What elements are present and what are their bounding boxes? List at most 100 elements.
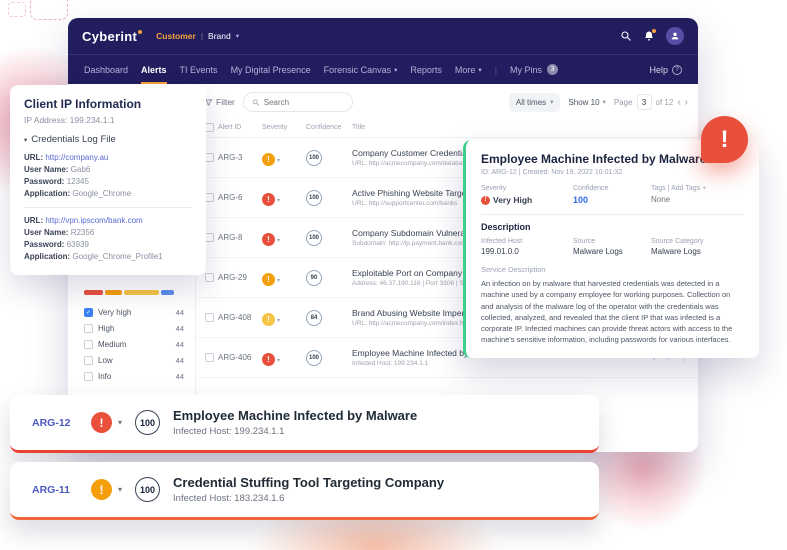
search-input[interactable]: [264, 98, 344, 107]
prev-page-icon[interactable]: ‹: [677, 97, 680, 108]
chevron-down-icon: ▾: [277, 358, 280, 364]
confidence-badge: 84: [306, 310, 322, 326]
show-select[interactable]: Show 10▾: [568, 98, 605, 107]
alert-subtitle: Infected Host: 183.234.1.6: [173, 493, 444, 504]
severity-icon[interactable]: !: [262, 233, 275, 246]
select-all-checkbox[interactable]: [205, 123, 214, 132]
decor-dashed-box: [8, 2, 26, 17]
chevron-down-icon[interactable]: ▾: [118, 485, 122, 494]
nav-item-ti-events[interactable]: TI Events: [180, 55, 218, 85]
search-icon: [252, 98, 260, 107]
field-value: Google_Chrome: [72, 189, 131, 198]
page-number[interactable]: 3: [637, 94, 652, 110]
field-value: Gab6: [71, 165, 91, 174]
checkbox[interactable]: [84, 372, 93, 381]
field-label: Infected Host: [481, 238, 573, 245]
severity-icon[interactable]: !: [91, 412, 112, 433]
checkbox[interactable]: [84, 340, 93, 349]
filter-count: 44: [176, 324, 184, 333]
next-page-icon[interactable]: ›: [685, 97, 688, 108]
col-alert-id[interactable]: Alert ID: [218, 124, 262, 131]
search-icon[interactable]: [620, 30, 632, 42]
alert-subtitle: Infected Host: 199.234.1.1: [173, 426, 417, 437]
workspace-brand[interactable]: Brand: [208, 31, 231, 41]
severity-segment: [161, 290, 174, 295]
confidence-badge: 100: [306, 350, 322, 366]
alert-id[interactable]: ARG-12: [32, 417, 78, 429]
chevron-down-icon: ▾: [550, 98, 553, 106]
credentials-section-toggle[interactable]: ▾ Credentials Log File: [24, 134, 192, 145]
confidence-label: Confidence: [573, 185, 651, 192]
pins-count-badge: 3: [547, 64, 558, 75]
confidence-value: 100: [573, 195, 651, 205]
col-severity[interactable]: Severity: [262, 124, 306, 131]
row-checkbox[interactable]: [205, 233, 214, 242]
row-checkbox[interactable]: [205, 313, 214, 322]
workspace-switcher[interactable]: Customer | Brand ▾: [156, 31, 239, 41]
tags-label[interactable]: Tags | Add Tags +: [651, 185, 744, 192]
help-button[interactable]: Help?: [649, 65, 682, 75]
url-link[interactable]: http://company.au: [45, 153, 108, 162]
search-box[interactable]: [243, 92, 353, 112]
alert-highlight-card[interactable]: ARG-11 ! ▾ 100 Credential Stuffing Tool …: [10, 462, 599, 520]
severity-icon[interactable]: !: [262, 153, 275, 166]
avatar[interactable]: [666, 27, 684, 45]
filter-button[interactable]: Filter: [204, 97, 235, 107]
severity-icon[interactable]: !: [262, 193, 275, 206]
divider: [481, 214, 744, 215]
filter-info[interactable]: Info44: [84, 368, 184, 384]
severity-icon[interactable]: !: [262, 273, 275, 286]
nav-item-alerts[interactable]: Alerts: [141, 55, 167, 85]
checkbox[interactable]: [84, 324, 93, 333]
checkbox[interactable]: ✓: [84, 308, 93, 317]
severity-icon[interactable]: !: [262, 313, 275, 326]
nav-item-more[interactable]: More▾: [455, 55, 482, 85]
nav-item-reports[interactable]: Reports: [410, 55, 442, 85]
header-actions: [620, 27, 684, 45]
row-checkbox[interactable]: [205, 193, 214, 202]
credential-entry: URL: http://vpn.ipscom/bank.com User Nam…: [24, 215, 192, 263]
severity-icon[interactable]: !: [262, 353, 275, 366]
workspace-customer[interactable]: Customer: [156, 31, 196, 41]
time-range-select[interactable]: All times▾: [509, 93, 561, 112]
alert-id: ARG-29: [218, 273, 262, 282]
question-icon: ?: [672, 65, 682, 75]
field-value: R2356: [71, 228, 95, 237]
exclaim-icon: !: [721, 126, 729, 154]
alert-title[interactable]: Employee Machine Infected by Malware: [173, 408, 417, 423]
alert-id[interactable]: ARG-11: [32, 484, 78, 496]
chevron-down-icon: ▾: [478, 66, 481, 74]
page: Cyberint Customer | Brand ▾: [0, 0, 787, 550]
nav-item-my-digital-presence[interactable]: My Digital Presence: [231, 55, 311, 85]
col-confidence[interactable]: Confidence: [306, 124, 352, 131]
nav-item-forensic-canvas[interactable]: Forensic Canvas▾: [324, 55, 398, 85]
chevron-down-icon[interactable]: ▾: [118, 418, 122, 427]
description-fields: Infected Host 199.01.0.0 Source Malware …: [481, 238, 744, 256]
user-icon: [670, 31, 680, 41]
tags-value: None: [651, 195, 744, 204]
row-checkbox[interactable]: [205, 273, 214, 282]
col-title[interactable]: Title: [352, 124, 698, 131]
url-link[interactable]: http://vpn.ipscom/bank.com: [45, 216, 142, 225]
filter-high[interactable]: High44: [84, 320, 184, 336]
bell-icon[interactable]: [643, 30, 655, 42]
nav-item-dashboard[interactable]: Dashboard: [84, 55, 128, 85]
alert-highlight-card[interactable]: ARG-12 ! ▾ 100 Employee Machine Infected…: [10, 395, 599, 453]
alert-title[interactable]: Credential Stuffing Tool Targeting Compa…: [173, 475, 444, 490]
app-header: Cyberint Customer | Brand ▾: [68, 18, 698, 54]
filter-low[interactable]: Low44: [84, 352, 184, 368]
logo[interactable]: Cyberint: [82, 29, 142, 44]
checkbox[interactable]: [84, 356, 93, 365]
credential-entry: URL: http://company.au User Name: Gab6 P…: [24, 152, 192, 200]
confidence-badge: 90: [306, 270, 322, 286]
filter-medium[interactable]: Medium44: [84, 336, 184, 352]
row-checkbox[interactable]: [205, 153, 214, 162]
field-value: 12345: [67, 177, 89, 186]
severity-icon[interactable]: !: [91, 479, 112, 500]
nav-item-my-pins[interactable]: My Pins3: [510, 55, 558, 85]
alert-id: ARG-406: [218, 353, 262, 362]
row-checkbox[interactable]: [205, 353, 214, 362]
severity-distribution-bar: [84, 290, 180, 295]
filter-very-high[interactable]: ✓Very high44: [84, 304, 184, 320]
chevron-down-icon: ▾: [24, 136, 27, 144]
